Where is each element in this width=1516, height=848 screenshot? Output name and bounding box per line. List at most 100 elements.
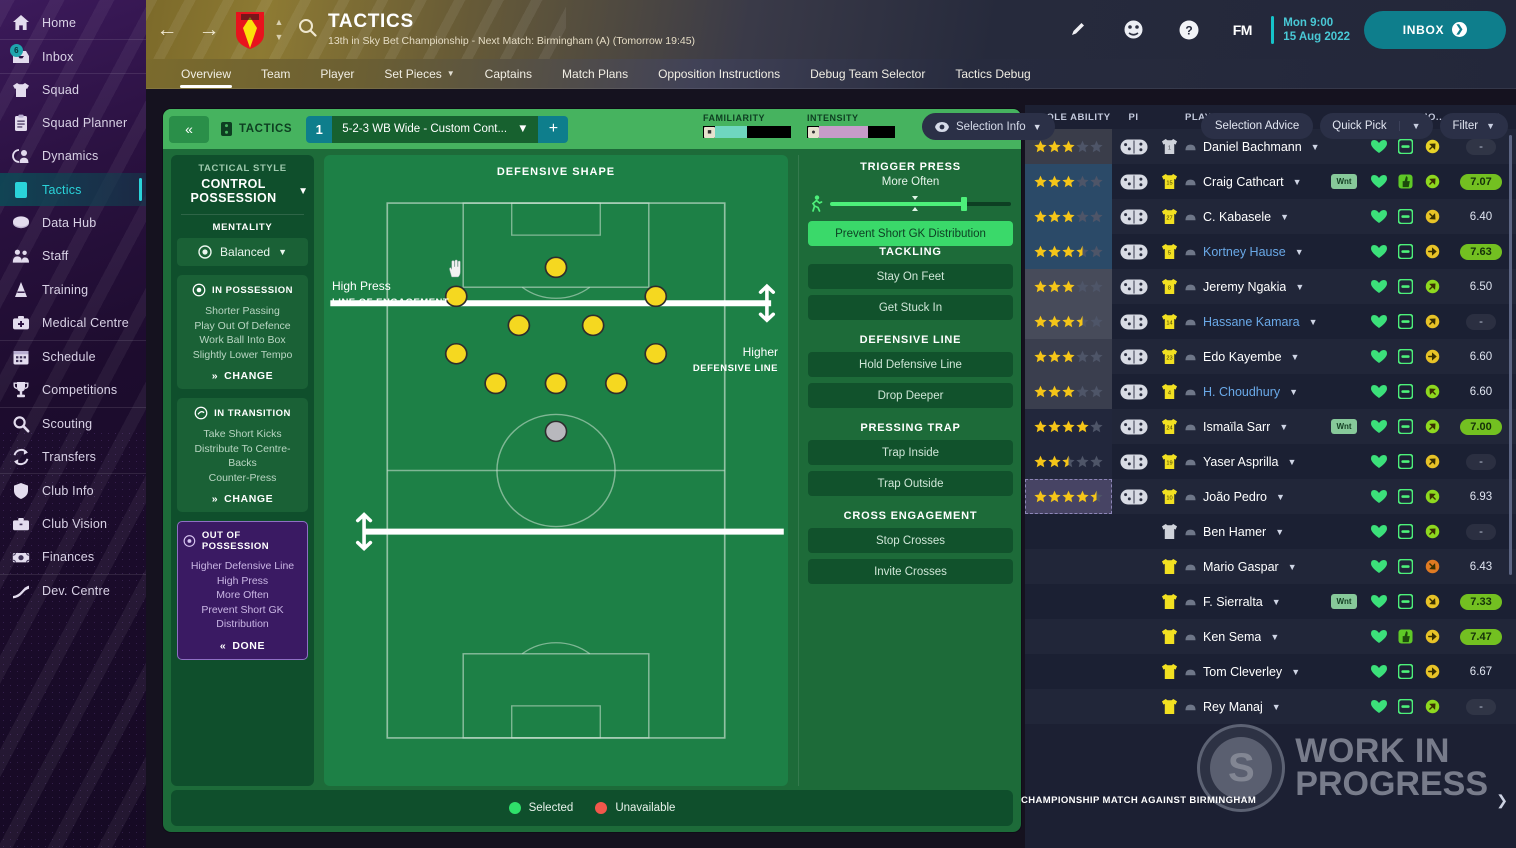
table-row[interactable]: 10 João Pedro ▼ 6.93 bbox=[1025, 479, 1516, 514]
table-row[interactable]: 27 C. Kabasele ▼ 6.40 bbox=[1025, 199, 1516, 234]
tab-player[interactable]: Player bbox=[305, 59, 369, 89]
tab-opposition-instructions[interactable]: Opposition Instructions bbox=[643, 59, 795, 89]
card-action-button[interactable]: » CHANGE bbox=[182, 493, 303, 505]
table-scrollbar[interactable] bbox=[1509, 135, 1512, 575]
sidebar-item-competitions[interactable]: Competitions bbox=[0, 373, 146, 406]
chevron-down-icon[interactable]: ▼ bbox=[1276, 492, 1285, 502]
table-row[interactable]: 4 H. Choudhury ▼ 6.60 bbox=[1025, 374, 1516, 409]
sidebar-item-home[interactable]: Home bbox=[0, 6, 146, 39]
sidebar-item-club-vision[interactable]: Club Vision bbox=[0, 507, 146, 540]
player-name-cell[interactable]: 8 Jeremy Ngakia ▼ bbox=[1155, 277, 1323, 296]
chevron-down-icon[interactable]: ▼ bbox=[1270, 632, 1279, 642]
table-row[interactable]: Ben Hamer ▼ - bbox=[1025, 514, 1516, 549]
slider-knob[interactable] bbox=[960, 196, 967, 211]
player-instructions-cell[interactable] bbox=[1112, 349, 1155, 365]
tactic-slot-number[interactable]: 1 bbox=[306, 115, 333, 143]
chevron-down-icon[interactable]: ▼ bbox=[1311, 142, 1320, 152]
formation-select[interactable]: 5-2-3 WB Wide - Custom Cont... ▼ bbox=[332, 115, 539, 143]
tab-debug-team-selector[interactable]: Debug Team Selector bbox=[795, 59, 940, 89]
player-instructions-icon[interactable] bbox=[1119, 314, 1148, 330]
sidebar-item-tactics[interactable]: Tactics bbox=[0, 172, 146, 207]
tactical-card-out-of-possession[interactable]: OUT OF POSSESSION Higher Defensive Line Hi… bbox=[177, 521, 308, 660]
filter-button[interactable]: Filter ▼ bbox=[1439, 113, 1508, 139]
search-icon[interactable] bbox=[298, 18, 317, 42]
player-name-cell[interactable]: Tom Cleverley ▼ bbox=[1155, 662, 1323, 681]
player-instructions-cell[interactable] bbox=[1112, 174, 1155, 190]
tactical-card-in-possession[interactable]: IN POSSESSION Shorter Passing Play Out Of … bbox=[177, 275, 308, 389]
option-button-trap-outside[interactable]: Trap Outside bbox=[808, 471, 1013, 496]
player-instructions-icon[interactable] bbox=[1119, 384, 1148, 400]
player-instructions-icon[interactable] bbox=[1119, 174, 1148, 190]
player-name-cell[interactable]: 1 Daniel Bachmann ▼ bbox=[1155, 137, 1323, 156]
pencil-icon[interactable] bbox=[1049, 0, 1105, 59]
add-tactic-button[interactable]: + bbox=[538, 115, 569, 143]
tab-tactics-debug[interactable]: Tactics Debug bbox=[940, 59, 1045, 89]
player-instructions-icon[interactable] bbox=[1119, 139, 1148, 155]
chevron-down-icon[interactable]: ▼ bbox=[1293, 177, 1302, 187]
table-row[interactable]: 14 Hassane Kamara ▼ - bbox=[1025, 304, 1516, 339]
table-row[interactable]: Mario Gaspar ▼ 6.43 bbox=[1025, 549, 1516, 584]
trigger-press-slider[interactable] bbox=[808, 195, 1013, 212]
column-header[interactable]: PI bbox=[1112, 112, 1155, 123]
player-name-cell[interactable]: Rey Manaj ▼ bbox=[1155, 697, 1323, 716]
tab-overview[interactable]: Overview bbox=[166, 59, 246, 89]
chevron-down-icon[interactable]: ▼ bbox=[1289, 387, 1298, 397]
mentality-select[interactable]: Balanced ▼ bbox=[177, 238, 308, 266]
player-instructions-cell[interactable] bbox=[1112, 139, 1155, 155]
inbox-button[interactable]: INBOX ❯ bbox=[1364, 10, 1506, 49]
player-name-cell[interactable]: Ben Hamer ▼ bbox=[1155, 522, 1323, 541]
player-instructions-cell[interactable] bbox=[1112, 489, 1155, 505]
player-name-cell[interactable]: 19 Yaser Asprilla ▼ bbox=[1155, 452, 1323, 471]
sidebar-item-dynamics[interactable]: Dynamics bbox=[0, 140, 146, 173]
table-row[interactable]: 5 Kortney Hause ▼ 7.63 bbox=[1025, 234, 1516, 269]
sidebar-item-training[interactable]: Training bbox=[0, 273, 146, 306]
chevron-down-icon[interactable]: ▼ bbox=[1272, 597, 1281, 607]
chevron-down-icon[interactable]: ▼ bbox=[1288, 562, 1297, 572]
player-instructions-cell[interactable] bbox=[1112, 314, 1155, 330]
player-instructions-cell[interactable] bbox=[1112, 209, 1155, 225]
sidebar-item-transfers[interactable]: Transfers bbox=[0, 440, 146, 473]
option-button-invite-crosses[interactable]: Invite Crosses bbox=[808, 559, 1013, 584]
table-row[interactable]: 24 Ismaïla Sarr ▼ Wnt 7.00 bbox=[1025, 409, 1516, 444]
table-row[interactable]: 19 Yaser Asprilla ▼ - bbox=[1025, 444, 1516, 479]
selection-info-button[interactable]: Selection Info ▼ bbox=[922, 113, 1055, 140]
player-instructions-cell[interactable] bbox=[1112, 419, 1155, 435]
card-action-button[interactable]: « DONE bbox=[183, 640, 302, 652]
card-action-button[interactable]: » CHANGE bbox=[182, 370, 303, 382]
sidebar-item-club-info[interactable]: Club Info bbox=[0, 473, 146, 506]
chevron-down-icon[interactable]: ▼ bbox=[1288, 457, 1297, 467]
sidebar-item-scouting[interactable]: Scouting bbox=[0, 406, 146, 440]
player-name-cell[interactable]: 23 Edo Kayembe ▼ bbox=[1155, 347, 1323, 366]
option-button-trap-inside[interactable]: Trap Inside bbox=[808, 440, 1013, 465]
option-button-stay-on-feet[interactable]: Stay On Feet bbox=[808, 264, 1013, 289]
chevron-down-icon[interactable]: ▼ bbox=[1275, 527, 1284, 537]
player-instructions-cell[interactable] bbox=[1112, 244, 1155, 260]
option-button-get-stuck-in[interactable]: Get Stuck In bbox=[808, 295, 1013, 320]
sidebar-item-data-hub[interactable]: Data Hub bbox=[0, 206, 146, 239]
table-row[interactable]: F. Sierralta ▼ Wnt 7.33 bbox=[1025, 584, 1516, 619]
sidebar-item-squad-planner[interactable]: Squad Planner bbox=[0, 106, 146, 139]
slider-track[interactable] bbox=[830, 195, 1011, 211]
player-name-cell[interactable]: 15 Craig Cathcart ▼ bbox=[1155, 172, 1323, 191]
player-instructions-icon[interactable] bbox=[1119, 454, 1148, 470]
option-button-drop-deeper[interactable]: Drop Deeper bbox=[808, 383, 1013, 408]
pitch-area[interactable]: DEFENSIVE SHAPE High Press LINE OF ENGAG… bbox=[324, 155, 788, 786]
chevron-right-icon[interactable]: ❯ bbox=[1496, 792, 1508, 809]
player-instructions-icon[interactable] bbox=[1119, 489, 1148, 505]
tab-captains[interactable]: Captains bbox=[470, 59, 547, 89]
club-crest-icon[interactable] bbox=[232, 10, 268, 50]
help-icon[interactable]: ? bbox=[1161, 0, 1217, 59]
player-name-cell[interactable]: 10 João Pedro ▼ bbox=[1155, 487, 1323, 506]
player-name-cell[interactable]: 24 Ismaïla Sarr ▼ bbox=[1155, 417, 1323, 436]
chevron-down-icon[interactable]: ▼ bbox=[1295, 247, 1304, 257]
tactical-card-in-transition[interactable]: IN TRANSITION Take Short Kicks Distribute … bbox=[177, 398, 308, 512]
forward-arrow-icon[interactable]: → bbox=[188, 0, 230, 59]
player-name-cell[interactable]: 5 Kortney Hause ▼ bbox=[1155, 242, 1323, 261]
pitch-diagram[interactable] bbox=[324, 155, 788, 786]
sidebar-item-inbox[interactable]: Inbox 6 bbox=[0, 39, 146, 72]
double-chevron-left-icon[interactable]: « bbox=[169, 115, 209, 143]
club-switcher-icon[interactable]: ▲ ▼ bbox=[272, 17, 286, 42]
table-row[interactable]: Ken Sema ▼ 7.47 bbox=[1025, 619, 1516, 654]
quick-pick-button[interactable]: Quick Pick ▼ bbox=[1320, 113, 1433, 139]
chevron-down-icon[interactable]: ▼ bbox=[1309, 317, 1318, 327]
